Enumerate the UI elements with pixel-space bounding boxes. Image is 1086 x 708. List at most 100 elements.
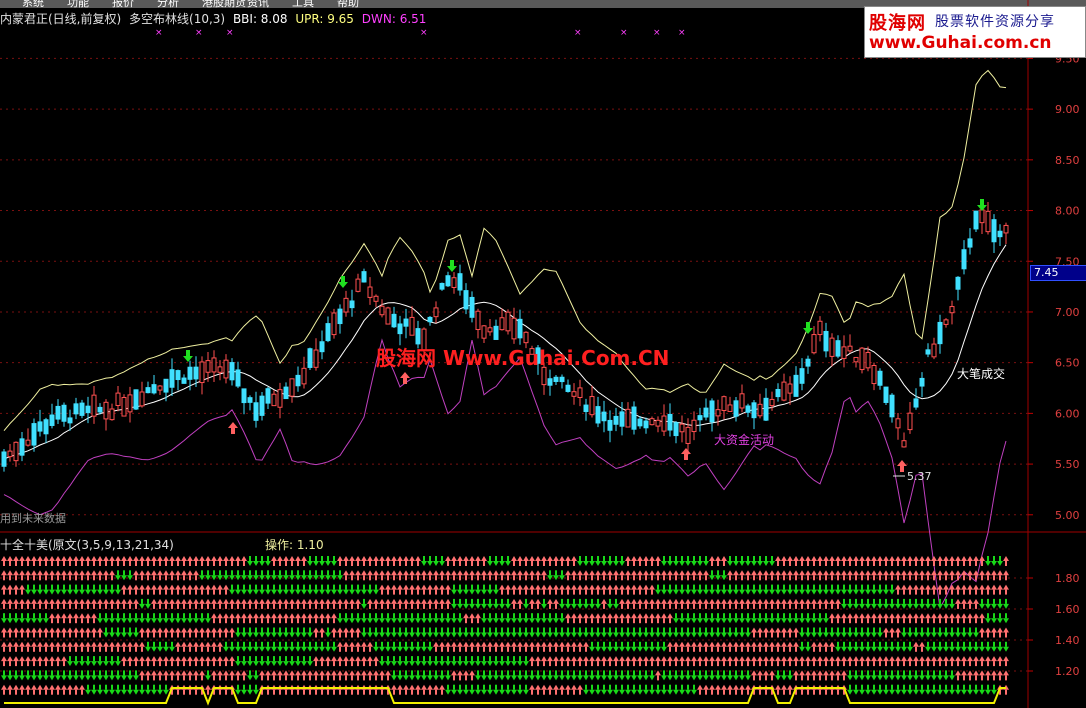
marker-x: × <box>420 28 428 38</box>
candle-body <box>157 385 163 391</box>
candle-body <box>853 356 859 363</box>
arrow-shaft <box>980 199 984 205</box>
candle-body <box>349 300 355 309</box>
candle-body <box>43 419 49 435</box>
candle-body <box>805 358 811 367</box>
candle-body <box>703 407 709 418</box>
candle-body <box>217 366 223 373</box>
candle-body <box>223 359 229 379</box>
candle-body <box>517 318 523 339</box>
candle-body <box>559 376 565 383</box>
indicator-axis-label: 1.40 <box>1055 634 1080 647</box>
marker-x: × <box>678 28 686 38</box>
candle-body <box>979 209 985 224</box>
price-axis-label: 6.50 <box>1055 357 1080 370</box>
arrow-head <box>228 422 238 428</box>
indicator-axis-label: 1.20 <box>1055 665 1080 678</box>
sell-arrow-icon <box>338 276 348 288</box>
candle-body <box>301 367 307 385</box>
candle-body <box>895 418 901 429</box>
candle-body <box>955 276 961 290</box>
candle-body <box>1003 224 1009 234</box>
candle-body <box>193 366 199 380</box>
candle-body <box>169 369 175 388</box>
candle-body <box>625 408 631 428</box>
candle-body <box>505 311 511 332</box>
arrow-shaft <box>231 428 235 434</box>
candle-body <box>457 273 463 291</box>
arrow-shaft <box>450 260 454 266</box>
candle-body <box>469 296 475 318</box>
candle-body <box>841 346 847 359</box>
candle-body <box>967 238 973 248</box>
candle-body <box>859 347 865 371</box>
candle-body <box>355 278 361 292</box>
arrow-head <box>803 328 813 334</box>
site-logo: 股海网 股票软件资源分享 www.Guhai.com.cn <box>864 6 1086 58</box>
candle-body <box>1 451 7 467</box>
candle-body <box>199 361 205 384</box>
buy-arrow-icon <box>228 422 238 434</box>
candle-body <box>787 383 793 394</box>
sell-arrow-icon <box>183 350 193 362</box>
candle-body <box>67 417 73 424</box>
candle-body <box>277 389 283 408</box>
candle-body <box>205 360 211 373</box>
candle-body <box>313 349 319 368</box>
candle-body <box>769 398 775 407</box>
candle-body <box>991 219 997 243</box>
candle-body <box>799 368 805 384</box>
candle-body <box>871 364 877 385</box>
candle-body <box>163 378 169 393</box>
candle-body <box>733 400 739 417</box>
candle-body <box>961 249 967 270</box>
candle-body <box>253 402 259 421</box>
arrow-shaft <box>806 322 810 328</box>
candle-body <box>55 405 61 420</box>
candle-body <box>403 318 409 327</box>
candle-body <box>601 411 607 422</box>
candle-body <box>379 305 385 316</box>
candle-body <box>115 392 121 406</box>
logo-url: www.Guhai.com.cn <box>869 33 1052 53</box>
candle-body <box>391 313 397 328</box>
sell-arrow-icon <box>447 260 457 272</box>
candle-body <box>901 440 907 448</box>
candle-body <box>493 325 499 340</box>
candle-body <box>175 370 181 381</box>
arrow-head <box>897 460 907 466</box>
candle-body <box>985 210 991 233</box>
candle-body <box>817 320 823 336</box>
candle-body <box>835 340 841 357</box>
price-axis-label: 5.00 <box>1055 509 1080 522</box>
price-axis-label: 7.00 <box>1055 306 1080 319</box>
candle-body <box>739 393 745 409</box>
marker-x: × <box>155 28 163 38</box>
candle-body <box>829 337 835 357</box>
candle-body <box>655 419 661 427</box>
candle-body <box>229 362 235 381</box>
candle-body <box>265 388 271 404</box>
current-price-tag: 7.45 <box>1030 265 1086 281</box>
arrow-head <box>681 448 691 454</box>
sell-arrow-icon <box>977 199 987 211</box>
candle-body <box>883 386 889 403</box>
stock-title: 内蒙君正(日线,前复权) <box>0 12 122 26</box>
candle-body <box>151 384 157 394</box>
candle-body <box>235 369 241 387</box>
arrow-shaft <box>900 466 904 472</box>
candle-body <box>7 450 13 458</box>
arrow-head <box>447 266 457 272</box>
price-axis-label: 5.50 <box>1055 458 1080 471</box>
candle-body <box>103 401 109 420</box>
candle-body <box>283 386 289 400</box>
candle-body <box>295 374 301 387</box>
candle-body <box>889 394 895 418</box>
candle-body <box>475 310 481 331</box>
candle-body <box>607 419 613 431</box>
candle-body <box>547 378 553 386</box>
candle-body <box>715 409 721 417</box>
candle-body <box>847 345 853 352</box>
candle-body <box>397 323 403 335</box>
buy-arrow-icon <box>897 460 907 472</box>
